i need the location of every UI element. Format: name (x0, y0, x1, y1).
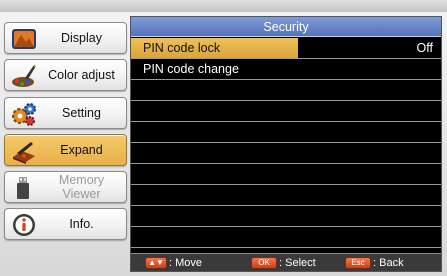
row-empty (131, 206, 441, 227)
hint-back: Esc : Back (345, 256, 404, 270)
row-empty (131, 101, 441, 122)
expand-icon (13, 142, 35, 164)
hint-move: ▲▼ : Move (145, 256, 202, 270)
row-pin-code-change[interactable]: PIN code change (131, 59, 441, 80)
row-empty (131, 80, 441, 101)
memory-viewer-icon (17, 177, 29, 199)
info-icon (13, 214, 35, 236)
hint-label: : Move (169, 257, 203, 269)
top-bar (0, 0, 447, 12)
row-empty (131, 185, 441, 206)
menu-item-display[interactable]: Display (4, 22, 127, 54)
menu-item-label: Setting (62, 106, 101, 120)
menu-item-label: Color adjust (48, 68, 115, 82)
menu-item-info[interactable]: Info. (4, 208, 127, 240)
panel-title: Security (131, 17, 441, 37)
row-label: PIN code lock (143, 41, 221, 55)
setting-icon (12, 103, 36, 126)
menu-item-label: Memory Viewer (58, 173, 105, 201)
row-empty (131, 164, 441, 185)
color-adjust-icon (12, 65, 36, 87)
menu-item-expand[interactable]: Expand (4, 134, 127, 166)
ok-key-icon: OK (251, 257, 277, 269)
esc-key-icon: Esc (345, 257, 371, 269)
display-icon (12, 29, 36, 49)
row-label: PIN code change (143, 62, 239, 76)
hint-select: OK : Select (251, 256, 316, 270)
menu-item-color-adjust[interactable]: Color adjust (4, 59, 127, 91)
arrow-keys-icon: ▲▼ (145, 257, 167, 269)
footer-hints: ▲▼ : Move OK : Select Esc : Back (131, 253, 441, 271)
menu-item-label: Display (61, 31, 102, 45)
hint-label: : Back (373, 257, 404, 269)
row-value: Off (416, 41, 433, 55)
menu-item-label: Info. (69, 217, 94, 231)
hint-label: : Select (279, 257, 316, 269)
menu-item-setting[interactable]: Setting (4, 97, 127, 129)
menu-item-label: Expand (60, 143, 103, 157)
row-empty (131, 227, 441, 248)
menu-item-memory-viewer[interactable]: Memory Viewer (4, 171, 127, 203)
row-pin-code-lock[interactable]: PIN code lock Off (131, 38, 441, 59)
security-panel: Security PIN code lock Off PIN code chan… (130, 16, 442, 272)
row-empty (131, 122, 441, 143)
row-empty (131, 143, 441, 164)
